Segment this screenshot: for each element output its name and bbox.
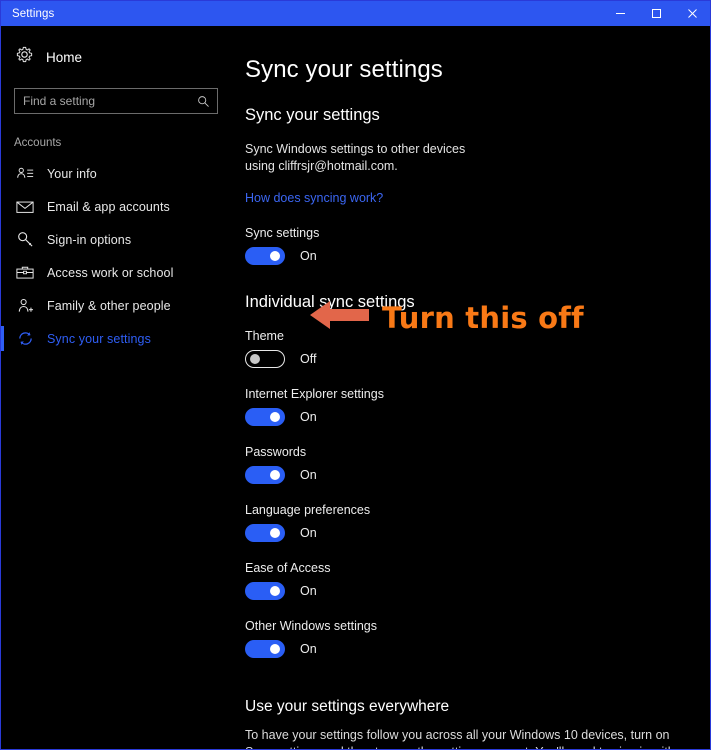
person-info-icon [16, 166, 34, 181]
bottom-section-description: To have your settings follow you across … [245, 728, 675, 749]
setting-state: On [300, 410, 317, 424]
sidebar-item-label: Access work or school [47, 265, 174, 280]
person-add-icon [16, 298, 34, 314]
setting-language-preferences: Language preferences On [245, 503, 690, 542]
setting-label: Ease of Access [245, 561, 331, 575]
title-bar: Settings [1, 1, 710, 26]
setting-label: Internet Explorer settings [245, 387, 384, 401]
key-icon [16, 231, 34, 248]
search-icon [197, 95, 217, 108]
setting-label: Theme [245, 329, 284, 343]
theme-toggle[interactable] [245, 350, 285, 368]
minimize-button[interactable] [602, 1, 638, 26]
window-body: Home Accounts [1, 26, 710, 749]
toggle-row: On [245, 408, 690, 426]
passwords-toggle[interactable] [245, 466, 285, 484]
search-wrapper [1, 74, 233, 114]
setting-other-windows-settings: Other Windows settings On [245, 619, 690, 658]
sync-description: Sync Windows settings to other devices u… [245, 142, 466, 173]
briefcase-icon [16, 265, 34, 280]
sync-settings-toggle[interactable] [245, 247, 285, 265]
toggle-row: Off [245, 350, 690, 368]
sync-settings-toggle-block: Sync settings On [245, 226, 690, 265]
sidebar: Home Accounts [1, 26, 233, 749]
setting-label: Passwords [245, 445, 307, 459]
search-input[interactable] [15, 89, 197, 113]
toggle-row: On [245, 524, 690, 542]
envelope-icon [16, 200, 34, 214]
sync-icon [16, 330, 34, 347]
page-title: Sync your settings [245, 56, 443, 83]
setting-theme: Theme Off [245, 329, 690, 368]
maximize-button[interactable] [638, 1, 674, 26]
gear-icon [16, 46, 33, 68]
toggle-row: On [245, 582, 690, 600]
sidebar-item-label: Email & app accounts [47, 199, 170, 214]
sidebar-item-sync-your-settings[interactable]: Sync your settings [1, 322, 233, 355]
sync-section-heading: Sync your settings [245, 106, 380, 124]
sidebar-item-access-work-or-school[interactable]: Access work or school [1, 256, 233, 289]
sidebar-item-label: Your info [47, 166, 97, 181]
sidebar-section-label: Accounts [14, 137, 62, 149]
individual-sync-heading: Individual sync settings [245, 293, 415, 311]
search-box[interactable] [14, 88, 218, 114]
setting-passwords: Passwords On [245, 445, 690, 484]
setting-label: Other Windows settings [245, 619, 377, 633]
setting-state: Off [300, 352, 317, 366]
setting-ease-of-access: Ease of Access On [245, 561, 690, 600]
setting-state: On [300, 526, 317, 540]
main-content: Sync your settings Sync your settings Sy… [233, 26, 710, 749]
toggle-row: On [245, 640, 690, 658]
setting-internet-explorer: Internet Explorer settings On [245, 387, 690, 426]
home-label: Home [46, 49, 83, 65]
sidebar-item-sign-in-options[interactable]: Sign-in options [1, 223, 233, 256]
window-controls [602, 1, 710, 26]
sidebar-item-label: Family & other people [47, 298, 171, 313]
window-title: Settings [12, 7, 55, 20]
close-button[interactable] [674, 1, 710, 26]
internet-explorer-toggle[interactable] [245, 408, 285, 426]
sidebar-item-family-other-people[interactable]: Family & other people [1, 289, 233, 322]
toggle-row: On [245, 466, 690, 484]
how-syncing-works-link[interactable]: How does syncing work? [245, 191, 383, 205]
ease-of-access-toggle[interactable] [245, 582, 285, 600]
use-settings-everywhere-section: Use your settings everywhere To have you… [245, 698, 690, 749]
sidebar-item-label: Sync your settings [47, 331, 151, 346]
setting-state: On [300, 584, 317, 598]
bottom-section-heading: Use your settings everywhere [245, 698, 450, 715]
sidebar-item-home[interactable]: Home [1, 40, 233, 74]
sync-settings-label: Sync settings [245, 226, 320, 240]
sidebar-item-label: Sign-in options [47, 232, 132, 247]
setting-state: On [300, 468, 317, 482]
sidebar-item-your-info[interactable]: Your info [1, 157, 233, 190]
settings-window: Settings Home Find a setting Accounts Yo… [0, 0, 711, 750]
sync-settings-state: On [300, 249, 317, 263]
setting-state: On [300, 642, 317, 656]
setting-label: Language preferences [245, 503, 371, 517]
language-preferences-toggle[interactable] [245, 524, 285, 542]
sidebar-item-email-app-accounts[interactable]: Email & app accounts [1, 190, 233, 223]
other-windows-settings-toggle[interactable] [245, 640, 285, 658]
sync-settings-toggle-row: On [245, 247, 690, 265]
